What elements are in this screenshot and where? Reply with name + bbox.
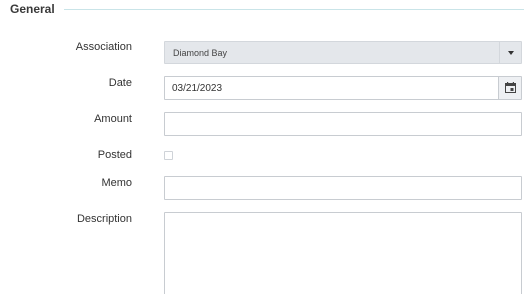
association-label: Association (75, 41, 132, 53)
section-header: General (10, 0, 524, 18)
description-textarea[interactable] (164, 212, 522, 294)
amount-label: Amount (94, 113, 132, 125)
general-form: General Association Diamond Bay Date 03/… (0, 0, 527, 294)
memo-input[interactable] (164, 176, 522, 200)
posted-label: Posted (97, 149, 132, 161)
memo-label: Memo (101, 177, 132, 189)
calendar-button[interactable] (498, 77, 521, 99)
description-label: Description (76, 213, 132, 225)
calendar-icon (505, 82, 516, 93)
section-divider (64, 9, 524, 10)
section-title: General (10, 2, 55, 16)
date-label: Date (108, 77, 132, 89)
date-input[interactable]: 03/21/2023 (164, 76, 522, 100)
amount-input[interactable] (164, 112, 522, 136)
date-value: 03/21/2023 (172, 83, 223, 94)
caret-down-icon[interactable] (499, 42, 521, 63)
association-value: Diamond Bay (173, 48, 228, 58)
posted-checkbox[interactable] (164, 151, 173, 160)
association-select[interactable]: Diamond Bay (164, 41, 522, 64)
